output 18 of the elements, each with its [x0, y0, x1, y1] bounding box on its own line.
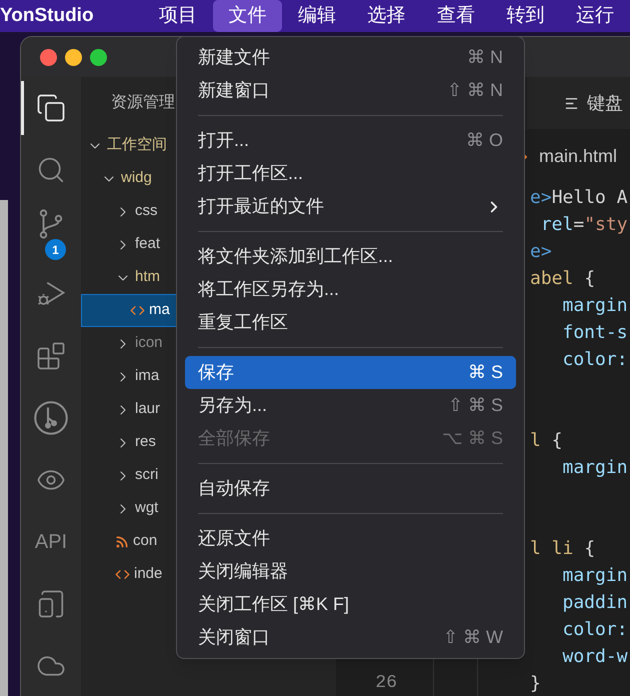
code-line: paddin [562, 591, 628, 615]
code-line: margin [562, 294, 628, 318]
code-line: rel="sty [540, 213, 628, 237]
line-number: 26 [375, 672, 397, 695]
code-line: } [530, 672, 541, 696]
code-line: word-w [562, 645, 628, 669]
badge: 1 [45, 239, 66, 260]
code-line: color: [562, 348, 628, 372]
panel-title: 资源管理 [111, 93, 175, 113]
code-line: e> [530, 240, 552, 264]
code-line: font-s [562, 321, 628, 345]
code-line: e>Hello A [530, 186, 628, 210]
code-line: abel { [530, 267, 596, 291]
code-line: l li { [530, 537, 596, 561]
code-line: color: [562, 618, 628, 642]
code-line: margin [562, 564, 628, 588]
code-line: l { [530, 429, 563, 453]
code-line: margin [562, 456, 628, 480]
